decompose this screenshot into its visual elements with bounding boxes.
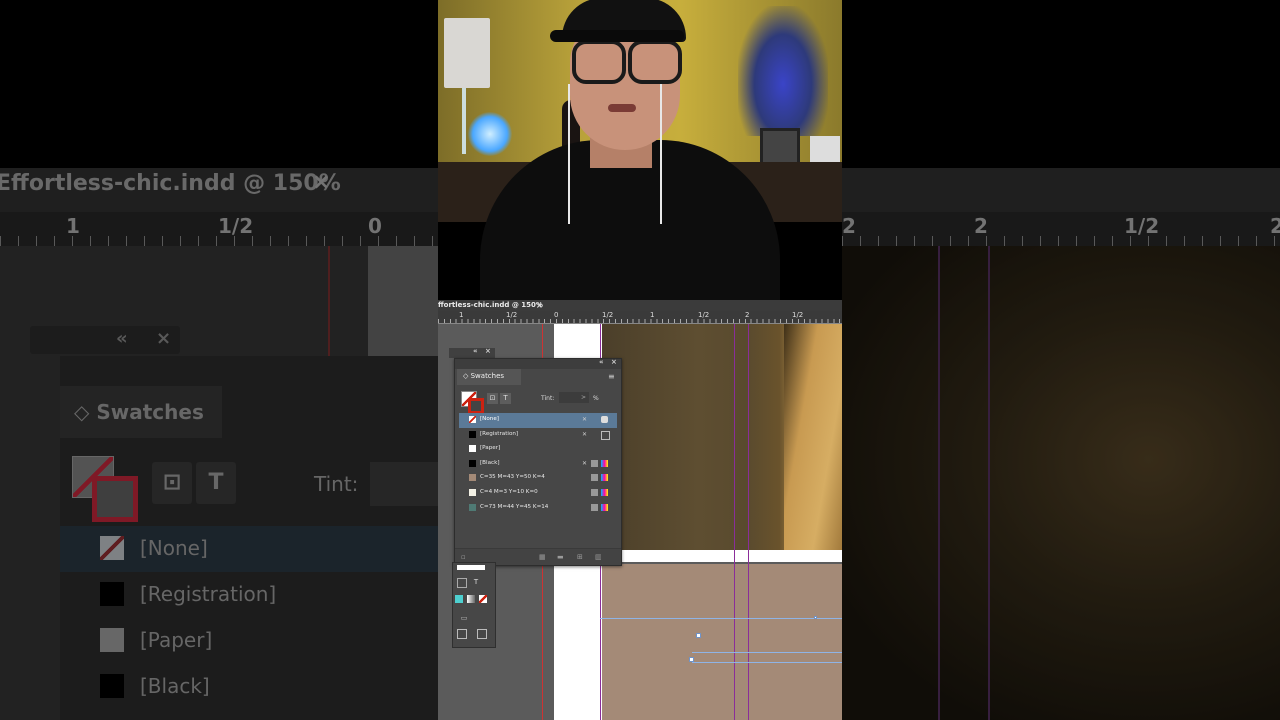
swatch-name: C=73 M=44 Y=45 K=14 — [480, 503, 549, 510]
formatting-text-icon[interactable]: T — [500, 393, 511, 404]
registration-icon — [601, 430, 610, 440]
swatch-row-cmyk-2[interactable]: C=4 M=3 Y=10 K=0 — [459, 486, 617, 501]
new-group-icon[interactable]: ▬ — [557, 553, 564, 561]
swatch-name: [Registration] — [480, 430, 519, 437]
beige-rectangle[interactable] — [602, 564, 842, 720]
process-color-icon — [591, 459, 598, 467]
column-guide — [734, 324, 735, 720]
swatch-name: [Paper] — [480, 445, 501, 452]
swatch-list: [None] ✕ [Registration] ✕ [Paper] [Black… — [459, 413, 617, 515]
tint-input[interactable]: > — [559, 392, 589, 403]
swatch-chip — [469, 488, 476, 496]
cc-library-icon[interactable]: ▦ — [539, 553, 546, 561]
cmyk-icon — [601, 503, 608, 511]
close-icon[interactable]: × — [536, 300, 543, 311]
document-tab-title: ffortless-chic.indd @ 150% — [438, 301, 543, 309]
apply-gradient-icon[interactable] — [467, 595, 475, 603]
formatting-container-icon[interactable]: ⊡ — [487, 393, 498, 404]
resize-handle[interactable] — [689, 657, 694, 662]
indesign-window: ffortless-chic.indd @ 150% × 1 1/2 0 1/2… — [438, 300, 842, 720]
cmyk-icon — [601, 488, 608, 496]
selection-edge — [600, 618, 842, 619]
cmyk-icon — [601, 474, 608, 482]
swatches-tab-label: ◇ Swatches — [463, 372, 505, 380]
panel-close-icon[interactable]: × — [611, 358, 617, 366]
tools-panel: T ▭ — [452, 562, 496, 648]
swatch-name: C=4 M=3 Y=10 K=0 — [480, 488, 538, 495]
panel-close-icon[interactable]: × — [485, 347, 491, 355]
background-left: Effortless-chic.indd @ 150% × 1 1/2 0 « … — [0, 0, 438, 720]
swatch-row-cmyk-3[interactable]: C=73 M=44 Y=45 K=14 — [459, 501, 617, 516]
swatch-row-registration[interactable]: [Registration] ✕ — [459, 428, 617, 443]
no-edit-icon: ✕ — [581, 459, 588, 467]
swatch-chip — [469, 459, 476, 467]
delete-swatch-icon[interactable]: ▥ — [595, 553, 602, 561]
swatch-row-paper[interactable]: [Paper] — [459, 442, 617, 457]
tint-label: Tint: — [541, 395, 555, 402]
background-right: 2 2 1/2 2 — [842, 0, 1280, 720]
document-tab[interactable]: ffortless-chic.indd @ 150% × — [438, 300, 842, 311]
swatch-row-none[interactable]: [None] ✕ — [459, 413, 617, 428]
formatting-text-icon[interactable]: T — [471, 577, 481, 587]
fill-stroke-swatch-icon[interactable] — [457, 565, 485, 570]
panel-top-bar[interactable]: « × — [455, 358, 621, 369]
resize-handle[interactable] — [696, 633, 701, 638]
screen-mode-icon[interactable] — [457, 629, 467, 639]
cmyk-icon — [601, 459, 608, 467]
no-edit-icon: ✕ — [581, 416, 588, 423]
collapse-icon[interactable]: « — [599, 358, 604, 366]
new-swatch-icon[interactable]: ⊞ — [577, 553, 583, 561]
photo-highlight — [784, 324, 842, 550]
tint-percent-label: % — [593, 395, 599, 402]
formatting-container-icon[interactable] — [457, 578, 467, 588]
process-color-icon — [591, 488, 598, 496]
swatch-name: [Black] — [480, 459, 500, 466]
swatch-row-cmyk-1[interactable]: C=35 M=43 Y=50 K=4 — [459, 471, 617, 486]
fill-stroke-icon[interactable] — [461, 391, 484, 414]
apply-color-icon[interactable] — [455, 595, 463, 603]
collapse-icon[interactable]: « — [473, 347, 478, 355]
process-color-icon — [591, 503, 598, 511]
ruler-ticks — [438, 319, 842, 323]
swatch-chip — [469, 445, 476, 453]
swatches-panel: « × ◇ Swatches ≡ ⊡ T Tint: > % [None] ✕ … — [454, 358, 622, 566]
column-guide — [748, 324, 749, 720]
no-edit-icon: ✕ — [581, 430, 588, 438]
selection-edge — [692, 652, 842, 653]
none-chip-icon — [469, 416, 476, 423]
swatch-row-black[interactable]: [Black] ✕ — [459, 457, 617, 472]
panel-menu-icon[interactable]: ≡ — [608, 372, 615, 381]
swatch-chip — [469, 503, 476, 511]
panel-dock-header[interactable]: « × — [449, 347, 495, 358]
preview-mode-icon[interactable] — [477, 629, 487, 639]
color-mode-icon — [601, 416, 608, 423]
swatch-chip — [469, 430, 476, 438]
swatch-name: [None] — [480, 416, 499, 422]
show-kinds-icon[interactable]: ▫ — [461, 553, 466, 561]
view-mode-icon[interactable]: ▭ — [459, 613, 469, 623]
process-color-icon — [591, 474, 598, 482]
swatch-name: C=35 M=43 Y=50 K=4 — [480, 474, 545, 481]
webcam-overlay — [438, 0, 842, 300]
apply-none-icon[interactable] — [479, 595, 487, 603]
resize-handle[interactable] — [814, 616, 817, 619]
selection-edge — [692, 662, 842, 663]
swatch-chip — [469, 474, 476, 482]
horizontal-ruler[interactable]: 1 1/2 0 1/2 1 1/2 2 1/2 — [438, 311, 842, 324]
